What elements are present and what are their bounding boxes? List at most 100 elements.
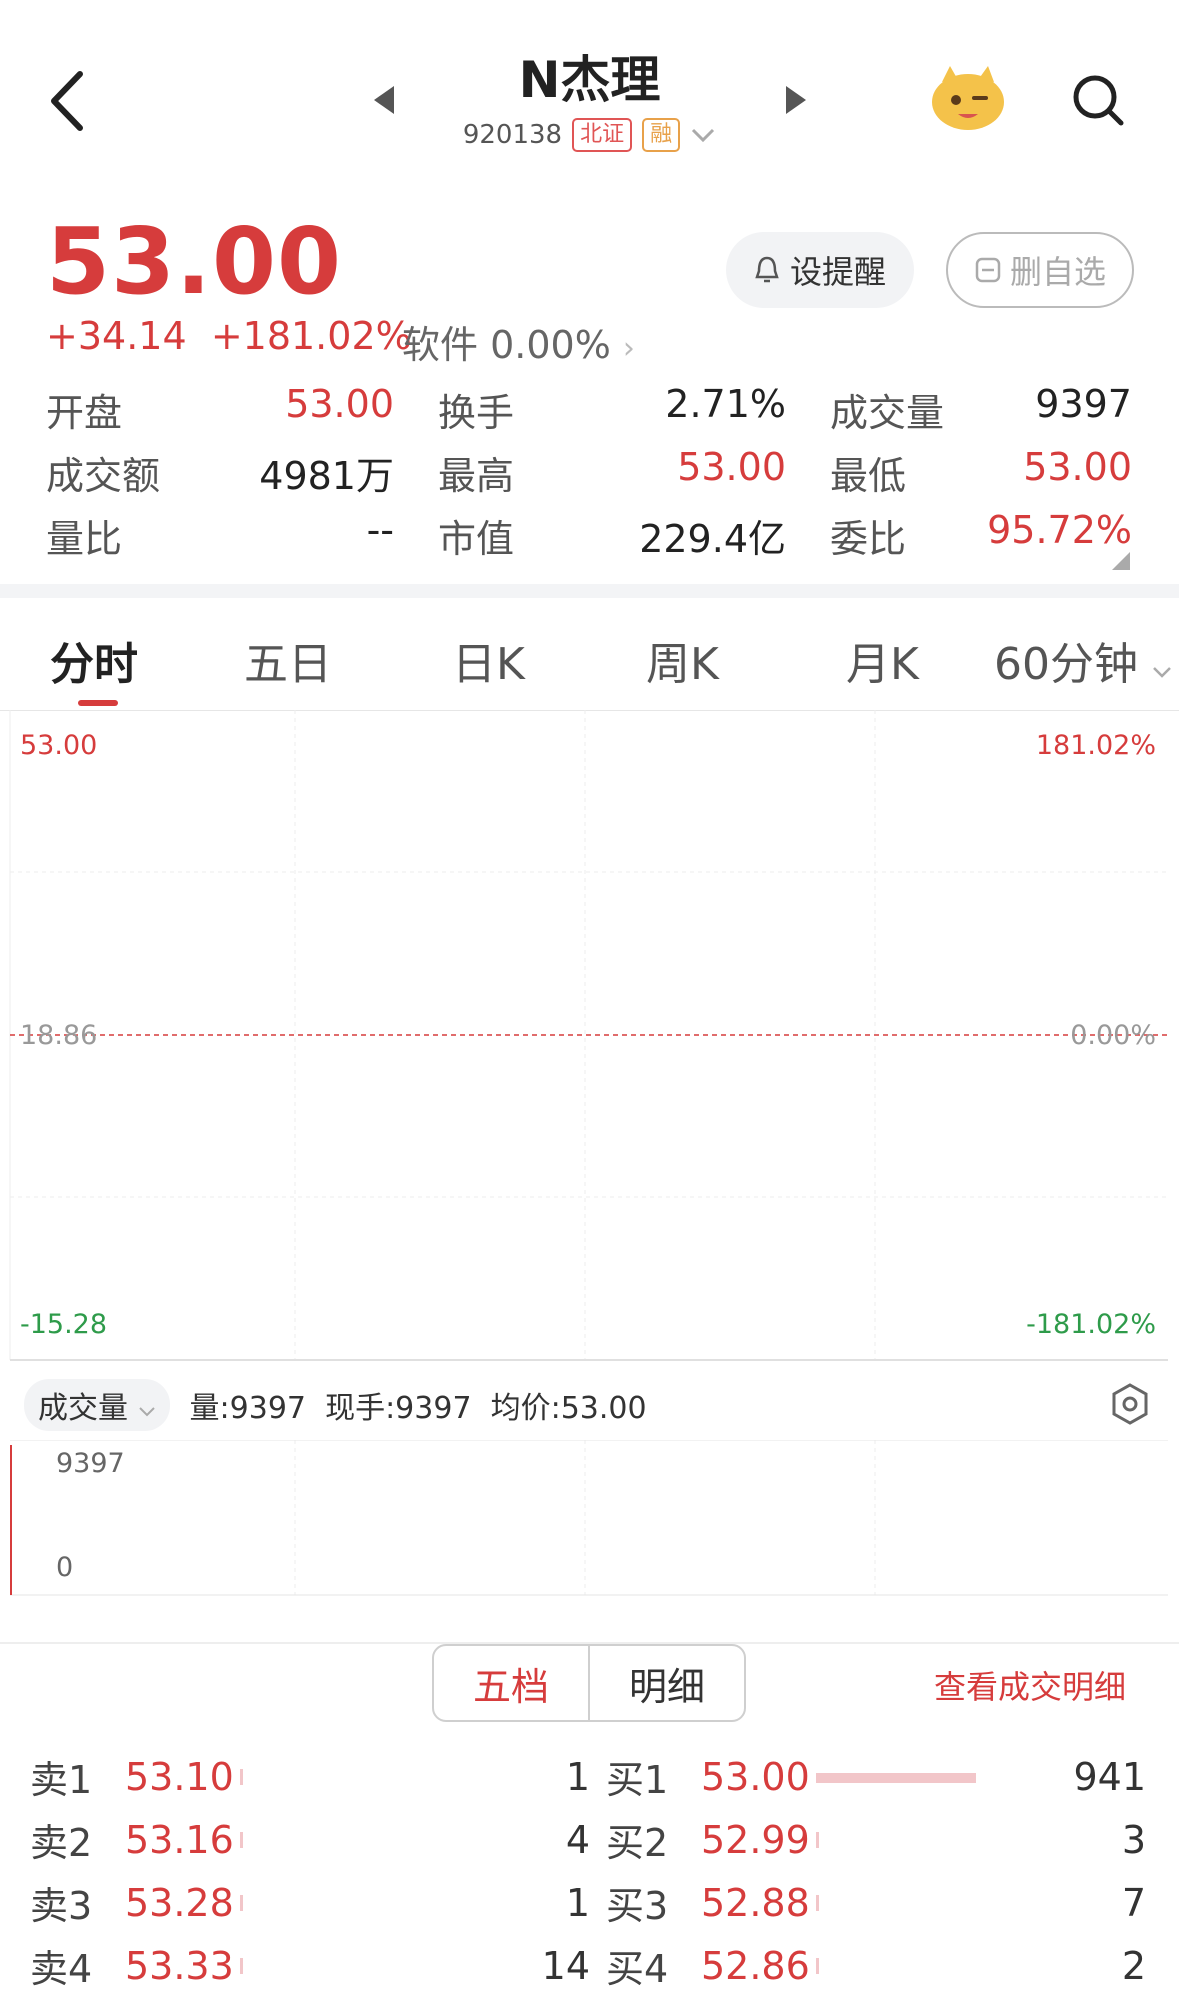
- mascot-icon[interactable]: [928, 62, 1008, 132]
- buy-price: 52.99: [701, 1817, 810, 1862]
- next-stock-icon[interactable]: [782, 82, 810, 118]
- stock-code: 920138: [462, 120, 563, 150]
- settings-icon[interactable]: [1110, 1382, 1150, 1426]
- sell-quantity: 14: [541, 1943, 590, 1988]
- sell-volume-tick: [240, 1895, 243, 1911]
- stat-cell: 最低 53.00: [830, 445, 1132, 500]
- sell-quantity: 4: [565, 1817, 590, 1862]
- sell-volume-tick: [240, 1769, 243, 1785]
- sell-row[interactable]: 卖3 53.28 1: [30, 1871, 590, 1934]
- tab-60min-label: 60分钟: [994, 639, 1138, 690]
- buy-row[interactable]: 买4 52.86 2: [606, 1934, 1146, 1989]
- sell-price: 53.33: [125, 1943, 234, 1988]
- sell-row[interactable]: 卖1 53.10 1: [30, 1745, 590, 1808]
- sell-quantity: 1: [565, 1880, 590, 1925]
- stat-label: 委比: [830, 517, 907, 561]
- volume-min-label: 0: [56, 1552, 73, 1583]
- stat-value: 95.72%: [987, 508, 1132, 552]
- tab-daily-k[interactable]: 日K: [452, 628, 525, 692]
- stat-cell: 最高 53.00: [438, 445, 830, 500]
- tab-details[interactable]: 明细: [590, 1646, 744, 1720]
- stat-cell: 量比 --: [46, 508, 438, 563]
- stat-value: 4981万: [259, 454, 394, 498]
- stat-row: 开盘 53.00 换手 2.71% 成交量 9397: [46, 378, 1132, 441]
- volume-bar: [10, 1445, 12, 1595]
- tab-60min[interactable]: 60分钟: [994, 628, 1172, 692]
- remove-watchlist-label: 删自选: [1009, 253, 1106, 291]
- stat-label: 开盘: [46, 391, 123, 435]
- buy-level: 买4: [606, 1947, 669, 1989]
- stat-cell: 换手 2.71%: [438, 382, 830, 437]
- sell-price: 53.16: [125, 1817, 234, 1862]
- buy-quantity: 7: [1121, 1880, 1146, 1925]
- search-icon[interactable]: [1070, 72, 1126, 128]
- active-tab-indicator: [78, 700, 118, 706]
- buy-row[interactable]: 买1 53.00 941: [606, 1745, 1146, 1808]
- sell-row[interactable]: 卖2 53.16 4: [30, 1808, 590, 1871]
- buy-quantity: 941: [1073, 1754, 1146, 1799]
- y-right-top-label: 181.02%: [1036, 730, 1156, 761]
- stat-label: 成交量: [830, 391, 945, 435]
- set-alert-label: 设提醒: [789, 253, 886, 291]
- tab-weekly-k[interactable]: 周K: [646, 628, 719, 692]
- stat-label: 市值: [438, 517, 515, 561]
- stat-label: 换手: [438, 391, 515, 435]
- buy-row[interactable]: 买2 52.99 3: [606, 1808, 1146, 1871]
- tab-five-day[interactable]: 五日: [244, 628, 332, 692]
- stat-cell: 成交量 9397: [830, 382, 1132, 437]
- buy-level: 买2: [606, 1821, 669, 1865]
- stat-cell: 委比 95.72%: [830, 508, 1132, 563]
- tab-monthly-k[interactable]: 月K: [846, 628, 919, 692]
- set-alert-button[interactable]: 设提醒: [726, 232, 914, 308]
- buy-quantity: 2: [1121, 1943, 1146, 1988]
- exchange-tag: 北证: [572, 118, 633, 152]
- volume-summary: 量:9397 现手:9397 均价:53.00: [189, 1391, 647, 1426]
- order-book-tabs: 五档 明细: [432, 1644, 746, 1722]
- stat-value: 53.00: [1023, 445, 1132, 489]
- sell-volume-tick: [240, 1958, 243, 1974]
- current-price: 53.00: [46, 208, 343, 315]
- chevron-down-icon[interactable]: [690, 126, 716, 144]
- sell-price: 53.10: [125, 1754, 234, 1799]
- stat-value: 53.00: [677, 445, 786, 489]
- stat-value: 2.71%: [665, 382, 786, 426]
- volume-selector[interactable]: 成交量: [24, 1379, 170, 1431]
- change-value: +34.14: [46, 314, 187, 358]
- bell-icon: [755, 256, 779, 283]
- minus-box-icon: [975, 257, 1001, 283]
- sector-label: 软件 0.00%: [402, 323, 611, 367]
- intraday-chart[interactable]: 53.00 18.86 -15.28 181.02% 0.00% -181.02…: [0, 710, 1179, 1370]
- stat-value: --: [366, 508, 394, 552]
- price-change: +34.14 +181.02%: [46, 314, 412, 358]
- change-percent: +181.02%: [210, 314, 412, 358]
- stat-row: 成交额 4981万 最高 53.00 最低 53.00: [46, 441, 1132, 504]
- y-left-top-label: 53.00: [20, 730, 97, 761]
- stat-cell: 成交额 4981万: [46, 445, 438, 500]
- stats-grid: 开盘 53.00 换手 2.71% 成交量 9397 成交额 4981万 最高 53.00 最低 53…: [46, 378, 1132, 567]
- volume-selector-label: 成交量: [38, 1391, 128, 1426]
- tab-five-levels[interactable]: 五档: [434, 1646, 590, 1720]
- volume-header: 成交量 量:9397 现手:9397 均价:53.00: [24, 1379, 1164, 1431]
- buy-volume-bar: [816, 1773, 976, 1783]
- stat-label: 量比: [46, 517, 123, 561]
- section-divider: [0, 584, 1179, 598]
- expand-corner-icon[interactable]: [1112, 552, 1130, 570]
- view-trade-details-link[interactable]: 查看成交明细: [934, 1662, 1126, 1708]
- y-right-mid-label: 0.00%: [1070, 1020, 1156, 1051]
- remove-watchlist-button[interactable]: 删自选: [946, 232, 1134, 308]
- sell-row[interactable]: 卖4 53.33 14: [30, 1934, 590, 1989]
- buy-volume-tick: [816, 1832, 819, 1848]
- stat-label: 成交额: [46, 454, 161, 498]
- volume-chart[interactable]: 9397 0: [0, 1440, 1179, 1600]
- buy-level: 买1: [606, 1758, 669, 1802]
- y-left-bottom-label: -15.28: [20, 1309, 107, 1340]
- buy-row[interactable]: 买3 52.88 7: [606, 1871, 1146, 1934]
- buy-volume-tick: [816, 1958, 819, 1974]
- buy-level: 买3: [606, 1884, 669, 1928]
- buy-price: 53.00: [701, 1754, 810, 1799]
- y-left-mid-label: 18.86: [20, 1020, 97, 1051]
- margin-tag: 融: [642, 118, 681, 152]
- sector-link[interactable]: 软件 0.00% ›: [402, 314, 635, 369]
- sell-quantity: 1: [565, 1754, 590, 1799]
- tab-intraday[interactable]: 分时: [50, 628, 138, 692]
